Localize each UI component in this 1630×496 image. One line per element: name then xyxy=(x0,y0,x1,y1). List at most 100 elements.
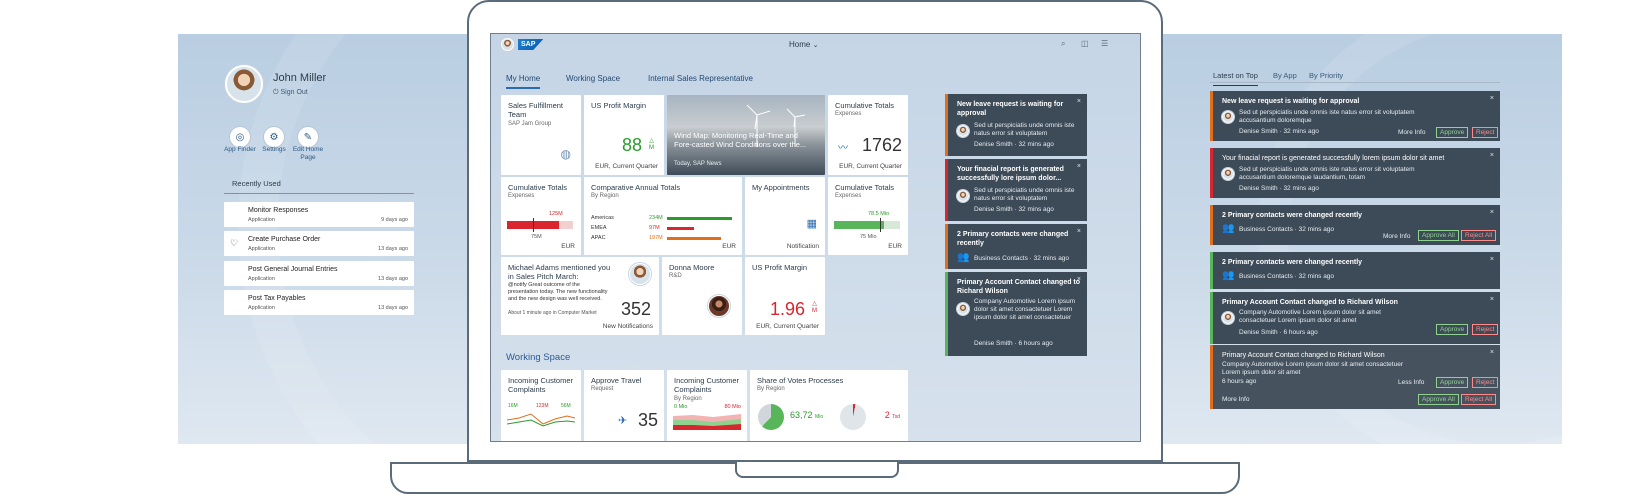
bullet-bar xyxy=(834,221,884,229)
recent-item[interactable]: Post General Journal Entries Application… xyxy=(224,261,414,286)
tile-profit-margin-2[interactable]: US Profit Margin 1.96 △ M EUR, Current Qu… xyxy=(745,257,825,335)
comparison-bar xyxy=(667,227,695,230)
notification-card[interactable]: 2 Primary contacts were changed recently… xyxy=(945,224,1087,269)
recent-item[interactable]: ♡ Create Purchase Order Application 13 d… xyxy=(224,231,414,256)
trend-icon: 〰 xyxy=(838,143,848,154)
kpi-value: 1.96 xyxy=(769,299,805,319)
gear-icon: ⚙ xyxy=(263,126,285,148)
user-avatar[interactable] xyxy=(225,65,263,103)
mention-meta: About 1 minute ago in Computer Market xyxy=(508,310,597,316)
tile-contact[interactable]: Donna Moore R&D xyxy=(662,257,742,335)
tab-by-app[interactable]: By App xyxy=(1273,71,1297,80)
approve-button[interactable]: Approve xyxy=(1436,324,1469,335)
menu-icon[interactable]: ☰ xyxy=(1101,39,1108,48)
kpi-value: 35 xyxy=(637,410,658,430)
comparison-value: 97M xyxy=(649,225,660,231)
pencil-icon: ✎ xyxy=(297,126,319,148)
tile-comparative-totals[interactable]: Comparative Annual Totals By Region Amer… xyxy=(584,177,742,255)
close-icon[interactable]: × xyxy=(1490,349,1494,356)
close-icon[interactable]: × xyxy=(1490,209,1494,216)
reject-all-button[interactable]: Reject All xyxy=(1461,230,1497,241)
tile-profit-margin[interactable]: US Profit Margin 88 △ M EUR, Current Quar… xyxy=(584,95,664,175)
less-info-link[interactable]: Less Info xyxy=(1398,379,1424,386)
reject-button[interactable]: Reject xyxy=(1472,377,1499,388)
tile-news[interactable]: Wind Map: Monitoring Real-Time and Fore-… xyxy=(667,95,825,175)
comparison-bar xyxy=(667,217,732,220)
trend-up-icon: △ xyxy=(812,301,817,307)
airplane-icon: ✈ xyxy=(618,415,628,427)
reject-button[interactable]: Reject xyxy=(1472,127,1499,138)
tab-working-space[interactable]: Working Space xyxy=(566,74,620,83)
shell-title-menu[interactable]: Home ⌄ xyxy=(789,40,818,49)
notification-item[interactable]: New leave request is waiting for approva… xyxy=(1210,91,1500,141)
notification-item[interactable]: 2 Primary contacts were changed recently… xyxy=(1210,252,1500,289)
tab-internal-sales[interactable]: Internal Sales Representative xyxy=(648,74,753,83)
comparison-chart: Americas 234M EMEA 97M APAC 197M xyxy=(591,214,735,244)
close-icon[interactable]: × xyxy=(1077,163,1081,170)
approve-button[interactable]: Approve xyxy=(1436,127,1469,138)
divider xyxy=(1210,82,1500,83)
notification-item[interactable]: Primary Account Contact changed to Richa… xyxy=(1210,292,1500,344)
settings-button[interactable]: ⚙ xyxy=(263,126,285,148)
search-icon[interactable]: ⌕ xyxy=(1061,39,1065,49)
trend-up-icon: △ xyxy=(649,138,654,144)
reject-all-button[interactable]: Reject All xyxy=(1461,394,1497,405)
tile-ws-share-votes[interactable]: Share of Votes Processes By Region 63,72… xyxy=(750,370,908,441)
tile-ws-approve-travel[interactable]: Approve Travel Request ✈ 35 xyxy=(584,370,664,441)
recent-item[interactable]: Post Tax Payables Application 13 days ag… xyxy=(224,290,414,315)
user-name: John Miller xyxy=(273,72,327,84)
mention-body: @notify Great outcome of the presentatio… xyxy=(508,282,608,302)
notification-item[interactable]: Your finacial report is generated succes… xyxy=(1210,148,1500,198)
tile-appointments[interactable]: My Appointments ▦ Notification xyxy=(745,177,825,255)
heart-icon[interactable]: ♡ xyxy=(230,238,238,249)
comparison-row: EMEA 97M xyxy=(591,224,735,234)
tile-sales-fulfillment[interactable]: Sales Fulfillment Team SAP Jam Group ◍ xyxy=(501,95,581,175)
close-icon[interactable]: × xyxy=(1490,152,1494,159)
sign-out-link[interactable]: ⏻ Sign Out xyxy=(273,89,308,97)
approve-all-button[interactable]: Approve All xyxy=(1418,394,1459,405)
close-icon[interactable]: × xyxy=(1490,256,1494,263)
tile-mention[interactable]: Michael Adams mentioned you in Sales Pit… xyxy=(501,257,659,335)
sparkline-chart xyxy=(507,413,575,427)
tile-ws-complaints[interactable]: Incoming Customer Complaints 16M 123M 56… xyxy=(501,370,581,441)
kpi-unit: M xyxy=(812,308,817,314)
chevron-down-icon: ⌄ xyxy=(812,42,819,49)
edit-home-button[interactable]: ✎ xyxy=(297,126,319,148)
recent-item[interactable]: Monitor Responses Application 9 days ago xyxy=(224,202,414,227)
target-label: 125M xyxy=(549,211,563,217)
recent-header: Recently Used xyxy=(232,179,281,188)
target-marker xyxy=(533,218,534,232)
close-icon[interactable]: × xyxy=(1077,276,1081,283)
more-info-link[interactable]: More Info xyxy=(1398,129,1425,136)
close-icon[interactable]: × xyxy=(1490,296,1494,303)
edit-home-label: Edit Home Page xyxy=(292,146,324,161)
approve-button[interactable]: Approve xyxy=(1436,377,1469,388)
close-icon[interactable]: × xyxy=(1077,228,1081,235)
notification-card[interactable]: Primary Account Contact changed to Richa… xyxy=(945,272,1087,356)
shell-avatar[interactable] xyxy=(501,38,514,51)
notifications-icon[interactable]: ◫ xyxy=(1081,39,1089,48)
section-title-working-space: Working Space xyxy=(506,352,571,363)
tab-by-priority[interactable]: By Priority xyxy=(1309,71,1343,80)
area-chart xyxy=(673,414,741,430)
app-finder-button[interactable]: ◎ xyxy=(229,126,251,148)
tile-cumulative-totals[interactable]: Cumulative Totals Expenses 〰 1762 EUR, C… xyxy=(828,95,908,175)
more-info-link[interactable]: More Info xyxy=(1383,233,1410,240)
contact-avatar xyxy=(708,295,730,317)
notification-item[interactable]: 2 Primary contacts were changed recently… xyxy=(1210,205,1500,245)
notification-item-expanded[interactable]: Primary Account Contact changed to Richa… xyxy=(1210,345,1500,409)
mention-avatar xyxy=(629,263,651,285)
close-icon[interactable]: × xyxy=(1077,98,1081,105)
close-icon[interactable]: × xyxy=(1490,95,1494,102)
tile-cumulative-bullet-green[interactable]: Cumulative Totals Expenses 78.5 Mio 75 M… xyxy=(828,177,908,255)
more-info-link[interactable]: More Info xyxy=(1222,396,1249,403)
approve-all-button[interactable]: Approve All xyxy=(1418,230,1459,241)
tile-ws-complaints-region[interactable]: Incoming Customer Complaints By Region 0… xyxy=(667,370,747,441)
reject-button[interactable]: Reject xyxy=(1472,324,1499,335)
avatar xyxy=(957,190,969,202)
tab-latest-on-top[interactable]: Latest on Top xyxy=(1213,71,1258,86)
notification-card[interactable]: Your finacial report is generated succes… xyxy=(945,159,1087,221)
tab-my-home[interactable]: My Home xyxy=(506,74,541,89)
tile-cumulative-bullet[interactable]: Cumulative Totals Expenses 125M 75M EUR xyxy=(501,177,581,255)
notification-card[interactable]: New leave request is waiting for approva… xyxy=(945,94,1087,156)
